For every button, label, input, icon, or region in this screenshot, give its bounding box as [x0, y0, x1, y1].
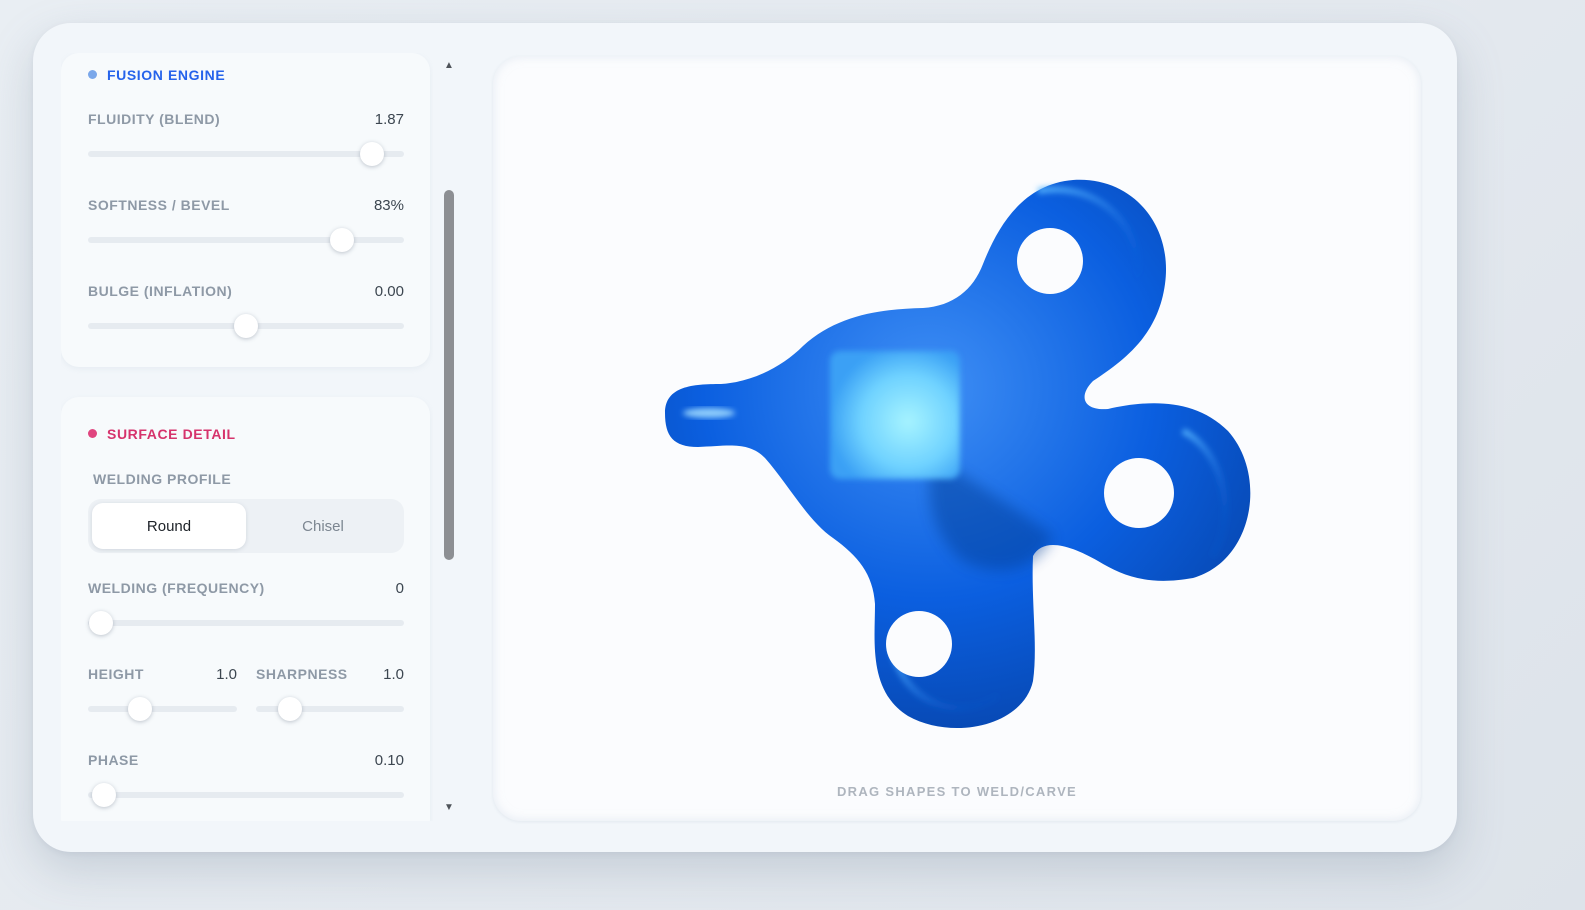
scrollbar-thumb[interactable] — [444, 190, 454, 560]
welding-profile-label: WELDING PROFILE — [93, 471, 232, 487]
phase-slider[interactable] — [88, 783, 404, 807]
fluidity-value: 1.87 — [374, 111, 404, 128]
fusion-engine-panel: FUSION ENGINE FLUIDITY (BLEND) 1.87 SOFT… — [61, 53, 430, 367]
surface-detail-dot-icon — [88, 429, 97, 438]
height-label: HEIGHT — [88, 666, 144, 682]
bulge-slider[interactable] — [88, 314, 404, 338]
ring-hole-bottom — [886, 611, 952, 677]
softness-value: 83% — [373, 197, 404, 214]
blob-shape-canvas[interactable] — [493, 56, 1421, 821]
surface-detail-title: SURFACE DETAIL — [88, 426, 236, 442]
welding-frequency-value: 0 — [395, 580, 404, 597]
sharpness-slider[interactable] — [256, 697, 404, 721]
bulge-label: BULGE (INFLATION) — [88, 283, 233, 299]
welding-frequency-label: WELDING (FREQUENCY) — [88, 580, 265, 596]
cube-highlight — [830, 351, 960, 479]
controls-sidebar[interactable]: FUSION ENGINE FLUIDITY (BLEND) 1.87 SOFT… — [61, 53, 433, 821]
softness-label: SOFTNESS / BEVEL — [88, 197, 230, 213]
fusion-engine-dot-icon — [88, 70, 97, 79]
fusion-engine-title: FUSION ENGINE — [88, 67, 225, 83]
sharpness-label: SHARPNESS — [256, 666, 348, 682]
nozzle-highlight — [683, 408, 735, 418]
height-value: 1.0 — [216, 666, 237, 683]
welding-frequency-slider-thumb[interactable] — [88, 611, 113, 635]
ring-hole-right — [1104, 458, 1174, 528]
softness-slider[interactable] — [88, 228, 404, 252]
softness-slider-thumb[interactable] — [330, 228, 355, 252]
sidebar-scrollbar[interactable]: ▲ ▼ — [439, 53, 459, 821]
fluidity-label: FLUIDITY (BLEND) — [88, 111, 221, 127]
ring-hole-top — [1017, 228, 1083, 294]
height-slider[interactable] — [88, 697, 237, 721]
viewport-hint: DRAG SHAPES TO WELD/CARVE — [836, 784, 1078, 799]
fluidity-slider-thumb[interactable] — [360, 142, 385, 166]
scroll-up-arrow-icon[interactable]: ▲ — [444, 61, 454, 71]
sharpness-slider-thumb[interactable] — [278, 697, 303, 721]
welding-frequency-slider[interactable] — [88, 611, 404, 635]
welding-profile-toggle[interactable]: Round Chisel — [88, 499, 404, 553]
surface-detail-panel: SURFACE DETAIL WELDING PROFILE Round Chi… — [61, 397, 430, 821]
sharpness-value: 1.0 — [383, 666, 404, 683]
app-card: FUSION ENGINE FLUIDITY (BLEND) 1.87 SOFT… — [33, 23, 1457, 852]
phase-label: PHASE — [88, 752, 139, 768]
bulge-slider-thumb[interactable] — [234, 314, 258, 338]
phase-value: 0.10 — [374, 752, 404, 769]
profile-chisel-button[interactable]: Chisel — [246, 503, 400, 549]
scroll-down-arrow-icon[interactable]: ▼ — [444, 803, 454, 813]
phase-slider-thumb[interactable] — [91, 783, 116, 807]
bulge-value: 0.00 — [374, 283, 404, 300]
render-viewport[interactable]: DRAG SHAPES TO WELD/CARVE — [493, 56, 1421, 821]
profile-round-button[interactable]: Round — [92, 503, 246, 549]
height-slider-thumb[interactable] — [128, 697, 153, 721]
fluidity-slider[interactable] — [88, 142, 404, 166]
